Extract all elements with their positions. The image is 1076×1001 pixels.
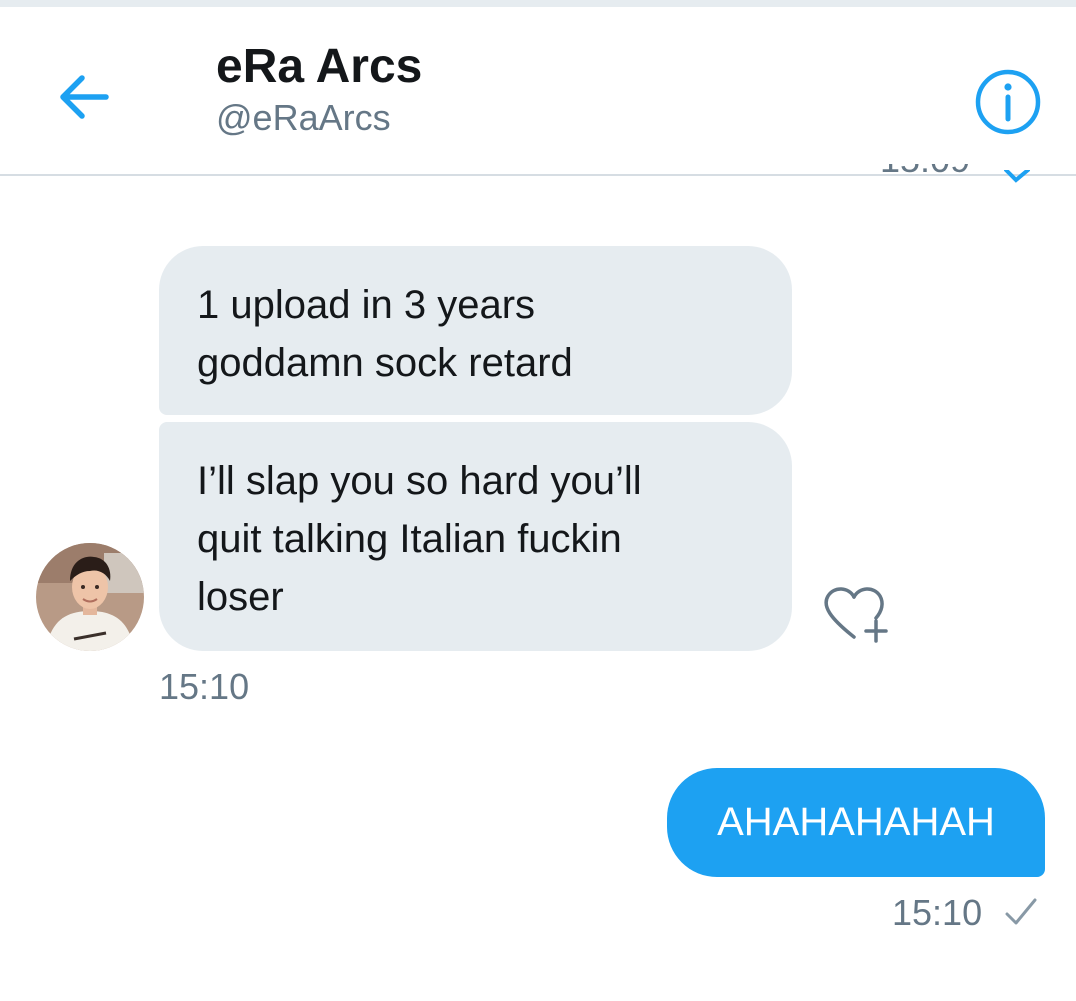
arrow-left-icon (60, 75, 109, 119)
message-text-line: quit talking Italian fuckin (197, 517, 622, 561)
message-text-line: loser (197, 575, 284, 619)
avatar-photo (36, 543, 144, 651)
sent-message-bubble[interactable]: AHAHAHAHAH (667, 768, 1045, 877)
conversation-handle[interactable]: @eRaArcs (216, 97, 391, 139)
received-message-bubble[interactable]: 1 upload in 3 years goddamn sock retard (159, 246, 792, 415)
info-icon (975, 69, 1041, 135)
checkmark-icon (1005, 898, 1037, 925)
message-text-line: 1 upload in 3 years (197, 283, 536, 327)
received-message-bubble[interactable]: I’ll slap you so hard you’ll quit talkin… (159, 422, 792, 651)
sent-message-time: 15:10 (892, 892, 983, 933)
previous-message-time: 15:09 (880, 164, 1060, 186)
message-text-line: goddamn sock retard (197, 341, 573, 385)
like-button[interactable] (818, 585, 890, 645)
received-message-time: 15:10 (159, 666, 250, 707)
checkmark-icon (1004, 170, 1030, 183)
info-button[interactable] (973, 67, 1043, 137)
heart-plus-icon (824, 587, 888, 643)
conversation-name[interactable]: eRa Arcs (216, 39, 422, 94)
message-text-line: I’ll slap you so hard you’ll (197, 459, 642, 503)
back-button[interactable] (52, 65, 116, 129)
status-strip (0, 0, 1076, 7)
conversation-header: eRa Arcs @eRaArcs (0, 7, 1076, 176)
avatar[interactable] (36, 543, 144, 651)
